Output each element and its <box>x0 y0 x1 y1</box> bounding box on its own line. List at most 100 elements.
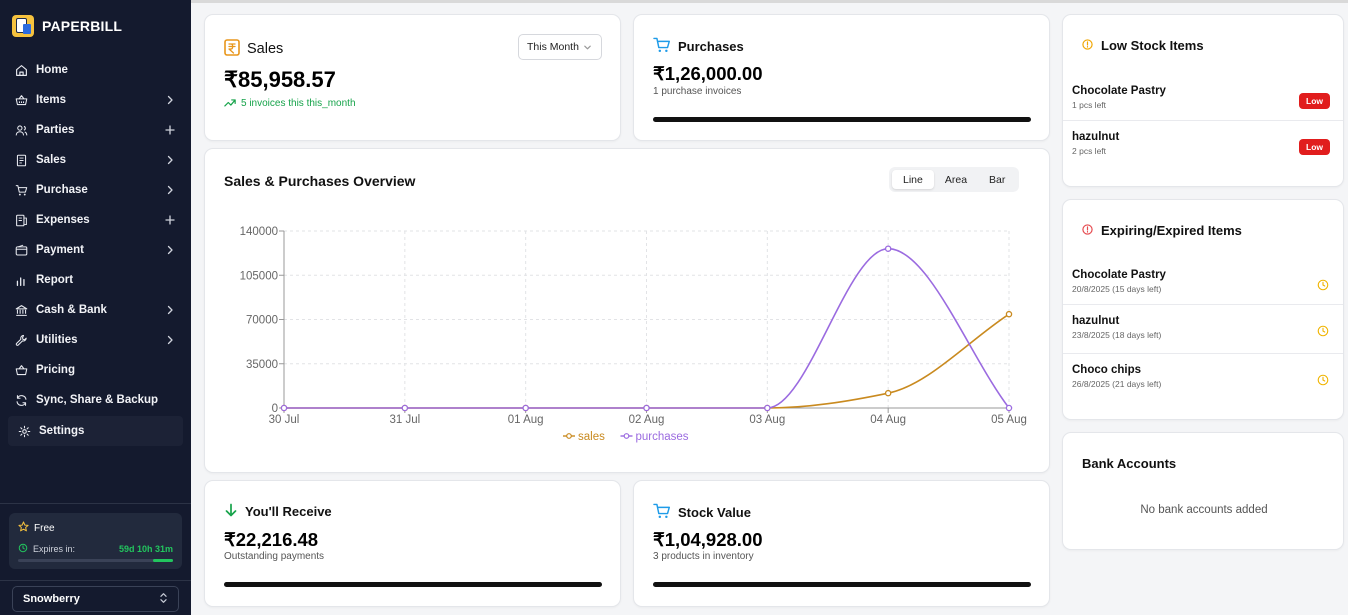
receive-progress <box>224 582 602 587</box>
plan-progress <box>18 559 173 562</box>
sidebar-item-cash-bank[interactable]: Cash & Bank <box>0 295 191 325</box>
item-name: hazulnut <box>1072 131 1120 143</box>
expiring-item[interactable]: hazulnut 23/8/2025 (18 days left) <box>1063 304 1343 353</box>
legend-marker-sales <box>566 433 572 439</box>
x-tick-label: 05 Aug <box>991 414 1027 426</box>
chevron-right-icon[interactable] <box>165 305 175 315</box>
sidebar-item-parties[interactable]: Parties <box>0 115 191 145</box>
x-tick-label: 01 Aug <box>508 414 544 426</box>
expires-label: Expires in: <box>33 544 76 554</box>
x-tick-label: 02 Aug <box>629 414 665 426</box>
plan-progress-fill <box>152 559 173 562</box>
company-selector[interactable]: Snowberry <box>12 586 179 612</box>
alert-circle-icon <box>1082 38 1093 53</box>
stock-subtext: 3 products in inventory <box>653 551 754 562</box>
sidebar-nav: Home Items Parties Sales Purchase Expenses Pay… <box>0 55 191 446</box>
stock-progress <box>653 582 1031 587</box>
sidebar-item-home[interactable]: Home <box>0 55 191 85</box>
users-icon <box>15 124 28 137</box>
low-stock-item[interactable]: hazulnut 2 pcs left Low <box>1063 120 1343 169</box>
receive-subtext: Outstanding payments <box>224 551 325 562</box>
x-tick-label: 03 Aug <box>749 414 785 426</box>
sidebar-item-label: Sync, Share & Backup <box>36 394 159 406</box>
brand[interactable]: PAPERBILL <box>12 15 122 37</box>
bank-title: Bank Accounts <box>1082 456 1177 471</box>
data-point-purchases <box>1005 404 1013 412</box>
data-point-purchases <box>643 404 650 412</box>
expense-icon <box>15 214 28 227</box>
report-icon <box>15 274 28 287</box>
sales-title: Sales <box>247 41 284 57</box>
sidebar-item-sales[interactable]: Sales <box>0 145 191 175</box>
sidebar-item-payment[interactable]: Payment <box>0 235 191 265</box>
overview-chart: 0350007000010500014000030 Jul 31 Jul 01 Au… <box>240 226 1027 443</box>
cart-icon <box>653 37 671 56</box>
expiring-card: Expiring/Expired Items Chocolate Pastry … <box>1062 199 1344 420</box>
plan-card[interactable]: Free Expires in: 59d 10h 31m <box>9 513 182 569</box>
y-tick-label: 105000 <box>240 270 278 282</box>
stock-title: Stock Value <box>678 505 751 520</box>
item-name: Chocolate Pastry <box>1072 269 1166 281</box>
chevron-right-icon[interactable] <box>165 335 175 345</box>
y-tick-label: 70000 <box>246 315 278 327</box>
sidebar-item-sync-share-backup[interactable]: Sync, Share & Backup <box>0 385 191 415</box>
basket-icon <box>15 94 28 107</box>
sidebar-item-utilities[interactable]: Utilities <box>0 325 191 355</box>
star-icon <box>18 521 29 535</box>
sidebar-item-label: Home <box>36 64 68 76</box>
x-tick-label: 31 Jul <box>389 414 420 426</box>
plan-name: Free <box>34 522 55 534</box>
item-name: Chocolate Pastry <box>1072 85 1166 97</box>
sidebar-item-expenses[interactable]: Expenses <box>0 205 191 235</box>
sidebar-item-pricing[interactable]: Pricing <box>0 355 191 385</box>
item-name: hazulnut <box>1072 315 1120 327</box>
sidebar-item-label: Utilities <box>36 334 78 346</box>
item-expiry: 23/8/2025 (18 days left) <box>1072 330 1162 340</box>
clock-icon <box>1317 324 1329 342</box>
sidebar-item-items[interactable]: Items <box>0 85 191 115</box>
chevron-right-icon[interactable] <box>165 245 175 255</box>
period-select[interactable]: This Month <box>518 34 602 60</box>
wallet-icon <box>15 244 28 257</box>
clock-icon <box>1317 278 1329 296</box>
legend-label-sales: sales <box>578 431 605 443</box>
data-point-purchases <box>764 404 771 412</box>
sales-amount: ₹85,958.57 <box>224 67 336 92</box>
sidebar-item-label: Purchase <box>36 184 88 196</box>
bank-icon <box>15 304 28 317</box>
sidebar-item-label: Pricing <box>36 364 75 376</box>
low-badge: Low <box>1299 93 1330 109</box>
low-stock-item[interactable]: Chocolate Pastry 1 pcs left Low <box>1063 75 1343 124</box>
expiring-item[interactable]: Choco chips 26/8/2025 (21 days left) <box>1063 353 1343 402</box>
plus-icon[interactable] <box>165 125 175 135</box>
alert-circle-icon <box>1082 223 1093 238</box>
arrow-down-icon <box>224 503 238 520</box>
chevron-right-icon[interactable] <box>165 155 175 165</box>
plus-icon[interactable] <box>165 215 175 225</box>
sidebar-item-report[interactable]: Report <box>0 265 191 295</box>
legend-label-purchases: purchases <box>636 431 689 443</box>
home-icon <box>15 64 28 77</box>
expires-value: 59d 10h 31m <box>118 544 173 554</box>
purchases-progress <box>653 117 1031 122</box>
period-select-value: This Month <box>527 41 579 53</box>
purchases-card: Purchases ₹1,26,000.00 1 purchase invoic… <box>633 14 1050 141</box>
chevron-right-icon[interactable] <box>165 185 175 195</box>
data-point-purchases <box>280 404 288 412</box>
item-name: Choco chips <box>1072 364 1142 376</box>
sidebar-item-purchase[interactable]: Purchase <box>0 175 191 205</box>
cart-icon <box>15 184 28 197</box>
chevron-right-icon[interactable] <box>165 95 175 105</box>
sidebar-divider <box>0 580 191 581</box>
bank-empty-text: No bank accounts added <box>1140 504 1268 516</box>
receive-title: You'll Receive <box>245 504 332 519</box>
sidebar: PAPERBILL Home Items Parties Sales Purchase E… <box>0 0 191 615</box>
expiring-item[interactable]: Chocolate Pastry 20/8/2025 (15 days left… <box>1063 259 1343 308</box>
item-expiry: 20/8/2025 (15 days left) <box>1072 284 1162 294</box>
cart-icon <box>653 503 671 522</box>
sidebar-item-settings[interactable]: Settings <box>8 416 183 446</box>
brand-logo-icon <box>12 15 34 37</box>
rupee-icon <box>224 39 240 59</box>
trending-up-icon <box>224 94 236 112</box>
sidebar-item-label: Sales <box>36 154 67 166</box>
